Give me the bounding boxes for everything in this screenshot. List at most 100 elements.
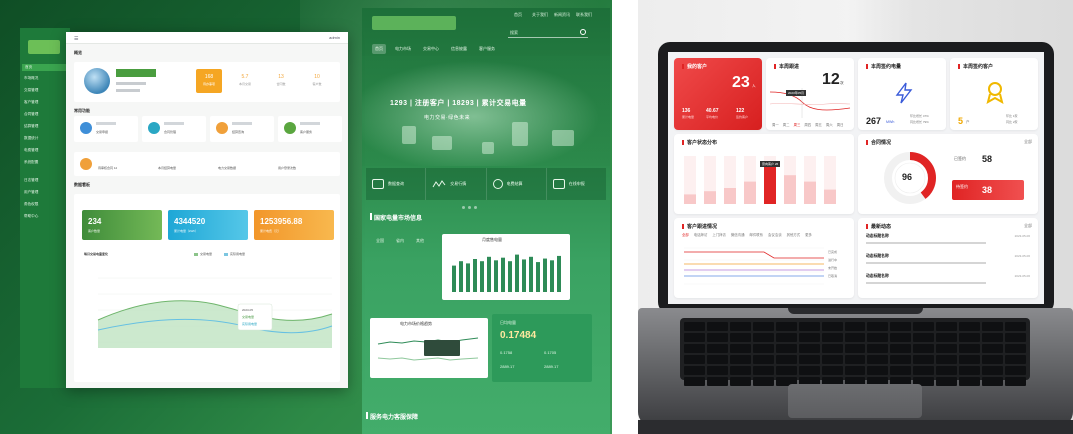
quick-link[interactable]: 交易行情 — [426, 168, 487, 200]
sidebar-item[interactable]: 系统配置 — [24, 160, 38, 165]
keyboard-key — [684, 333, 705, 342]
my-clients-card[interactable]: 我的客户 23 人 136 累计电量 40.67 平均电价 122 签约客户 — [674, 58, 762, 130]
sidebar-item[interactable]: 交易管理 — [24, 88, 38, 93]
site-nav-item[interactable]: 电力市场 — [392, 44, 414, 54]
notice-item: 用户登录次数 — [278, 166, 297, 170]
status-bar[interactable] — [784, 175, 796, 204]
sidebar-item[interactable]: 角色权限 — [24, 202, 38, 207]
legend-item[interactable]: 进行中 — [828, 258, 837, 262]
keyboard-key — [1005, 355, 1026, 364]
progress-tab[interactable]: 微信沟通 — [731, 232, 745, 237]
site-search-input[interactable]: 搜索 — [508, 28, 588, 38]
sidebar-item[interactable]: 帮助中心 — [24, 214, 38, 219]
sidebar-item[interactable]: 电费管理 — [24, 148, 38, 153]
feed-title: 动态标题名称 — [866, 234, 889, 238]
site-tab[interactable]: 省内 — [396, 238, 404, 244]
keyboard-key — [936, 366, 958, 375]
status-bar[interactable] — [804, 181, 816, 204]
more-link[interactable]: 全部 — [1024, 223, 1032, 229]
user-menu[interactable]: admin — [329, 35, 340, 40]
app-card[interactable]: 结算查询 — [210, 116, 274, 142]
contract-card: 合同情况 全部 96 已签约 58 待签约 38 — [858, 134, 1038, 214]
keyboard-key — [1005, 344, 1026, 353]
menu-icon[interactable]: ☰ — [74, 36, 78, 42]
keyboard-key — [890, 355, 912, 364]
status-bar[interactable] — [704, 191, 716, 204]
sidebar-item[interactable]: 客户管理 — [24, 100, 38, 105]
sidebar-item[interactable]: 数据统计 — [24, 136, 38, 141]
site-nav-item[interactable]: 交易中心 — [420, 44, 442, 54]
keyboard-key — [684, 355, 705, 364]
stat-item: 2889.17 — [500, 364, 515, 369]
status-bar[interactable] — [744, 181, 756, 204]
status-bar[interactable] — [724, 188, 736, 204]
site-logo[interactable] — [372, 16, 456, 30]
quick-link[interactable]: 电费结算 — [487, 168, 547, 200]
profile-stat[interactable]: 168 待办事项 — [196, 69, 222, 93]
keyboard-key — [913, 366, 935, 375]
data-card[interactable]: 4344520 累计电量（kWh） — [168, 210, 248, 240]
progress-tab[interactable]: 更多 — [805, 232, 812, 237]
keyboard-key — [706, 377, 728, 386]
site-nav-item[interactable]: 客户服务 — [476, 44, 498, 54]
legend-item[interactable]: 已完成 — [828, 250, 837, 254]
progress-tab[interactable]: 上门拜访 — [712, 232, 726, 237]
profile-stat[interactable]: 10 客户数 — [304, 69, 330, 93]
status-bar[interactable] — [764, 162, 776, 204]
app-card[interactable]: 交易申报 — [74, 116, 138, 142]
notice-card[interactable]: 待审核合同 12 本月结算电量 电力交易数据 用户登录次数 — [74, 152, 340, 176]
site-top-link[interactable]: 联系我们 — [576, 12, 592, 18]
avatar[interactable] — [84, 68, 110, 94]
site-nav-item[interactable]: 首页 — [372, 44, 386, 54]
sidebar-item[interactable]: 首页 — [22, 64, 68, 71]
site-top-link[interactable]: 关于我们 — [532, 12, 548, 18]
keyboard-key — [959, 344, 981, 353]
legend-item[interactable]: 已取消 — [828, 274, 837, 278]
quick-link[interactable]: 在线申报 — [547, 168, 606, 200]
app-card[interactable]: 客户服务 — [278, 116, 342, 142]
more-link[interactable]: 全部 — [1024, 139, 1032, 145]
quick-link[interactable]: 数据查询 — [366, 168, 427, 200]
weekly-follow-card[interactable]: 本周跟进 12 次 2023年05月 周一 周二 周三 周四 周五 周六 周日 — [766, 58, 854, 130]
weekly-power-card[interactable]: 本周签约电量 267 MWh 环比增长 47% 同比增长 79% — [858, 58, 946, 130]
progress-tab[interactable]: 会议洽谈 — [768, 232, 782, 237]
site-top-link[interactable]: 首页 — [514, 12, 522, 18]
sidebar-item[interactable]: 合同管理 — [24, 112, 38, 117]
progress-tab[interactable]: 电话拜访 — [694, 232, 708, 237]
site-tab[interactable]: 全国 — [376, 238, 384, 244]
profile-stat[interactable]: 13 合同数 — [268, 69, 294, 93]
sidebar-item[interactable]: 日志管理 — [24, 178, 38, 183]
legend-item[interactable]: 交易电量 — [194, 252, 212, 256]
pending-box[interactable]: 待签约 38 — [952, 180, 1024, 200]
progress-tab[interactable]: 其他方式 — [787, 232, 801, 237]
feed-item[interactable]: 动态标题名称 2023-05-06 — [866, 254, 1030, 268]
keyboard-key — [936, 377, 958, 386]
laptop-photo: 我的客户 23 人 136 累计电量 40.67 平均电价 122 签约客户 本… — [638, 0, 1073, 434]
site-top-link[interactable]: 新闻资讯 — [554, 12, 570, 18]
data-card[interactable]: 234 客户数量 — [82, 210, 162, 240]
data-card[interactable]: 1253956.88 累计电费（元） — [254, 210, 334, 240]
profile-stat[interactable]: 5.7 本月交易 — [232, 69, 258, 93]
card-value: 267 — [866, 116, 882, 126]
admin-logo[interactable] — [28, 40, 60, 54]
status-bar[interactable] — [684, 194, 696, 204]
feed-item[interactable]: 动态标题名称 2023-05-06 — [866, 274, 1030, 288]
search-icon[interactable] — [580, 29, 586, 35]
sidebar-item[interactable]: 用户管理 — [24, 190, 38, 195]
progress-tab[interactable]: 邮件联系 — [749, 232, 763, 237]
sidebar-item[interactable]: 结算管理 — [24, 124, 38, 129]
hero-building — [432, 136, 452, 150]
carousel-dots[interactable] — [462, 206, 477, 209]
progress-tab[interactable]: 全部 — [682, 232, 689, 237]
site-tab[interactable]: 其他 — [416, 238, 424, 244]
app-card[interactable]: 合同管理 — [142, 116, 206, 142]
feed-item[interactable]: 动态标题名称 2023-05-06 — [866, 234, 1030, 248]
status-bar[interactable] — [824, 189, 836, 204]
legend-item[interactable]: 未开始 — [828, 266, 837, 270]
sidebar-item[interactable]: 市场概况 — [24, 76, 38, 81]
legend-item[interactable]: 实际用电量 — [224, 252, 245, 256]
site-nav-item[interactable]: 信息披露 — [448, 44, 470, 54]
day-label: 周六 — [825, 123, 833, 127]
app-label: 结算查询 — [232, 130, 245, 134]
weekly-signed-card[interactable]: 本周签约客户 5 户 环比 1家 同比 2家 — [950, 58, 1038, 130]
